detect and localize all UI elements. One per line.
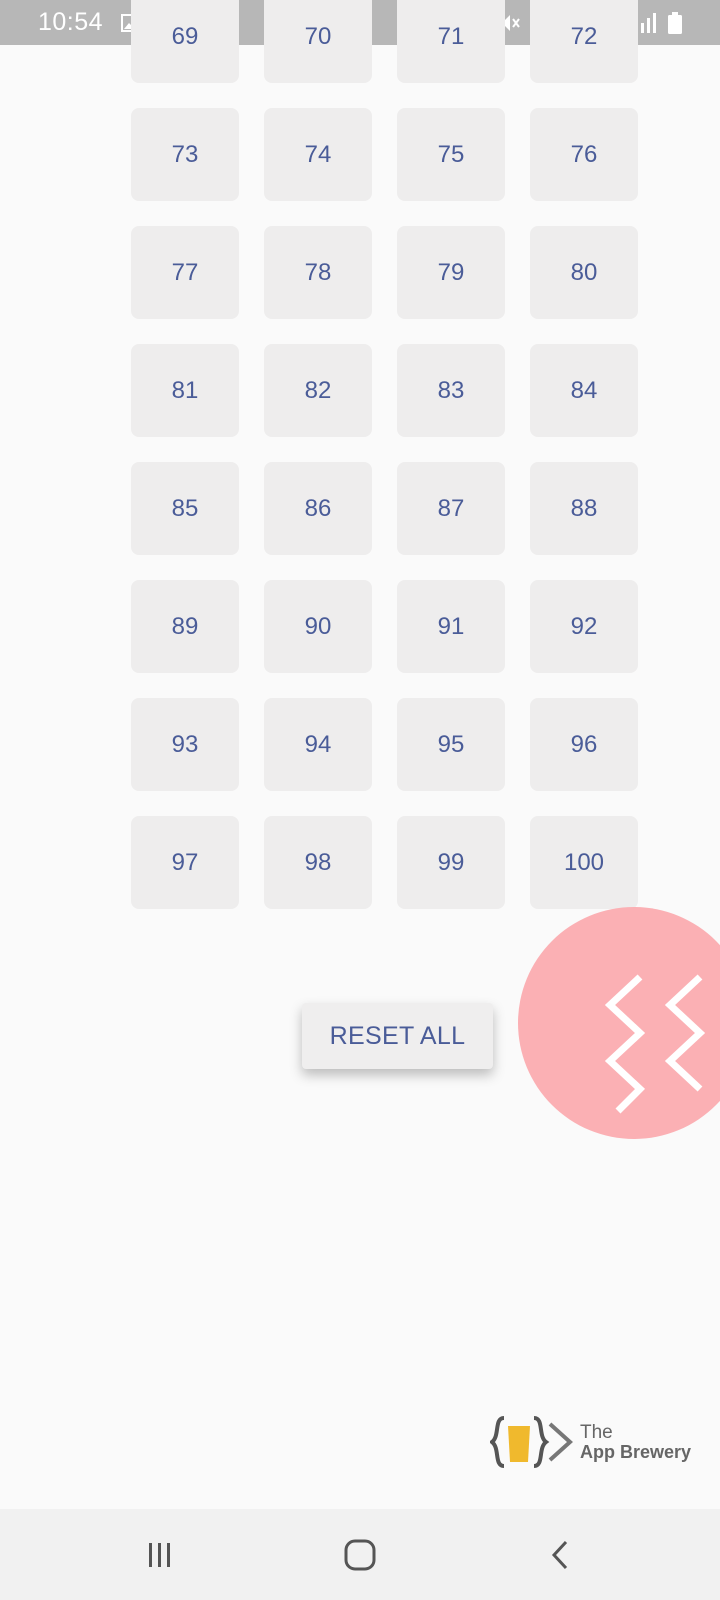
back-button[interactable] (520, 1525, 600, 1585)
recent-apps-icon (149, 1542, 170, 1567)
number-button[interactable]: 82 (264, 344, 372, 437)
number-button[interactable]: 92 (530, 580, 638, 673)
navigation-bar (0, 1509, 720, 1600)
decorative-pink-circle (518, 907, 720, 1139)
recent-apps-button[interactable] (120, 1525, 200, 1585)
number-button[interactable]: 72 (530, 0, 638, 83)
number-button[interactable]: 76 (530, 108, 638, 201)
number-button[interactable]: 98 (264, 816, 372, 909)
number-button[interactable]: 91 (397, 580, 505, 673)
number-button[interactable]: 89 (131, 580, 239, 673)
battery-icon (668, 11, 682, 34)
number-button[interactable]: 97 (131, 816, 239, 909)
number-button[interactable]: 80 (530, 226, 638, 319)
number-button[interactable]: 90 (264, 580, 372, 673)
home-icon (344, 1539, 376, 1570)
number-button[interactable]: 77 (131, 226, 239, 319)
number-grid: 69 70 71 72 73 74 75 76 77 78 79 80 81 82 83 84 85 86 87 88… (131, 0, 638, 940)
number-button[interactable]: 88 (530, 462, 638, 555)
home-button[interactable] (320, 1525, 400, 1585)
back-icon (551, 1540, 568, 1569)
number-button[interactable]: 100 (530, 816, 638, 909)
reset-all-button[interactable]: RESET ALL (302, 1003, 493, 1069)
number-button[interactable]: 87 (397, 462, 505, 555)
logo-text-line1: The (580, 1421, 613, 1443)
zigzag-decoration-icon (604, 974, 706, 1114)
number-button[interactable]: 86 (264, 462, 372, 555)
number-button[interactable]: 69 (131, 0, 239, 83)
number-button[interactable]: 94 (264, 698, 372, 791)
number-button[interactable]: 83 (397, 344, 505, 437)
number-button[interactable]: 85 (131, 462, 239, 555)
logo-text-line2: App Brewery (580, 1441, 692, 1462)
number-button[interactable]: 96 (530, 698, 638, 791)
number-button[interactable]: 79 (397, 226, 505, 319)
number-button[interactable]: 95 (397, 698, 505, 791)
number-button[interactable]: 71 (397, 0, 505, 83)
number-button[interactable]: 81 (131, 344, 239, 437)
logo-text: The App Brewery (580, 1421, 692, 1462)
number-button[interactable]: 78 (264, 226, 372, 319)
number-button[interactable]: 73 (131, 108, 239, 201)
number-button[interactable]: 93 (131, 698, 239, 791)
status-time: 10:54 (38, 8, 104, 36)
app-brewery-logo: The App Brewery (490, 1412, 710, 1472)
number-button[interactable]: 70 (264, 0, 372, 83)
number-button[interactable]: 74 (264, 108, 372, 201)
number-button[interactable]: 84 (530, 344, 638, 437)
app-brewery-logo-icon (490, 1416, 573, 1468)
number-button[interactable]: 99 (397, 816, 505, 909)
number-button[interactable]: 75 (397, 108, 505, 201)
